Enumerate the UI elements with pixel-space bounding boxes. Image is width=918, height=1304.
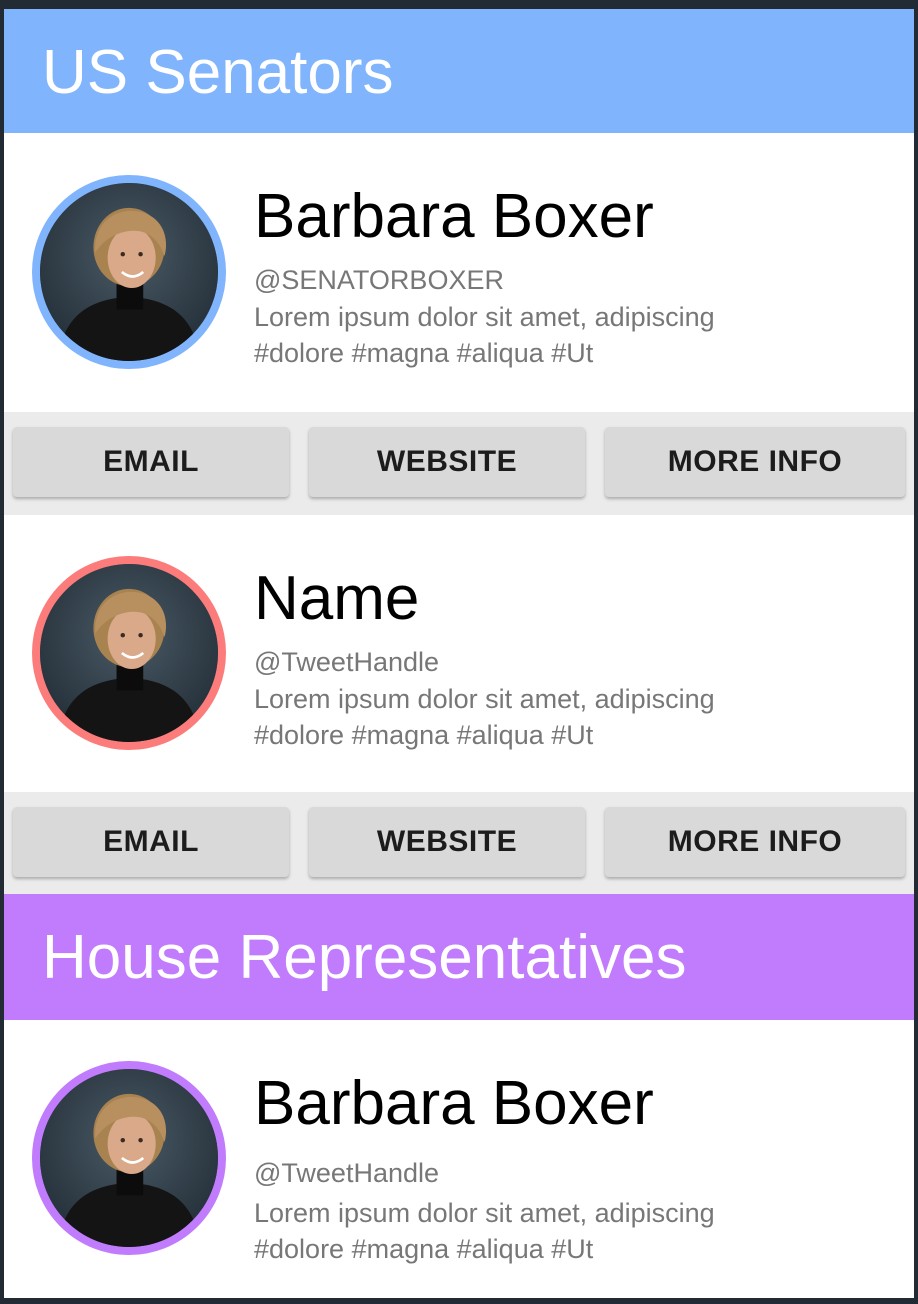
senator-card[interactable]: Name @TweetHandle Lorem ipsum dolor sit … [4,515,914,792]
senator-avatar[interactable] [32,556,226,750]
website-button[interactable]: WEBSITE [309,427,585,497]
senator-name: Barbara Boxer [254,182,654,251]
card-action-bar: EMAIL WEBSITE MORE INFO [4,792,914,894]
bio-hashtags: #dolore #magna #aliqua #Ut [254,338,594,368]
senator-portrait-photo [40,1069,218,1247]
representative-name: Barbara Boxer [254,1069,654,1138]
bio-line: Lorem ipsum dolor sit amet, adipiscing [254,302,715,332]
senator-avatar[interactable] [32,175,226,369]
senator-name: Name [254,564,420,633]
bio-line: Lorem ipsum dolor sit amet, adipiscing [254,684,715,714]
email-button[interactable]: EMAIL [13,807,289,877]
senator-bio: Lorem ipsum dolor sit amet, adipiscing #… [254,299,894,371]
bio-line: Lorem ipsum dolor sit amet, adipiscing [254,1198,715,1228]
representative-bio: Lorem ipsum dolor sit amet, adipiscing #… [254,1195,894,1267]
app-screen: US Senators Barbara Boxer @SENATORBOXER … [4,9,914,1298]
section-title: US Senators [42,38,394,107]
twitter-handle[interactable]: @TweetHandle [254,1160,439,1187]
representative-avatar[interactable] [32,1061,226,1255]
section-title: House Representatives [42,923,687,992]
bio-hashtags: #dolore #magna #aliqua #Ut [254,720,594,750]
email-button[interactable]: EMAIL [13,427,289,497]
representative-card[interactable]: Barbara Boxer @TweetHandle Lorem ipsum d… [4,1020,914,1298]
section-header-senators: US Senators [4,9,914,133]
more-info-button[interactable]: MORE INFO [605,427,905,497]
twitter-handle[interactable]: @TweetHandle [254,649,439,676]
more-info-button[interactable]: MORE INFO [605,807,905,877]
senator-portrait-photo [40,183,218,361]
bio-hashtags: #dolore #magna #aliqua #Ut [254,1234,594,1264]
twitter-handle[interactable]: @SENATORBOXER [254,267,504,294]
card-action-bar: EMAIL WEBSITE MORE INFO [4,412,914,515]
section-header-house: House Representatives [4,894,914,1020]
senator-card[interactable]: Barbara Boxer @SENATORBOXER Lorem ipsum … [4,133,914,412]
website-button[interactable]: WEBSITE [309,807,585,877]
senator-portrait-photo [40,564,218,742]
senator-bio: Lorem ipsum dolor sit amet, adipiscing #… [254,681,894,753]
